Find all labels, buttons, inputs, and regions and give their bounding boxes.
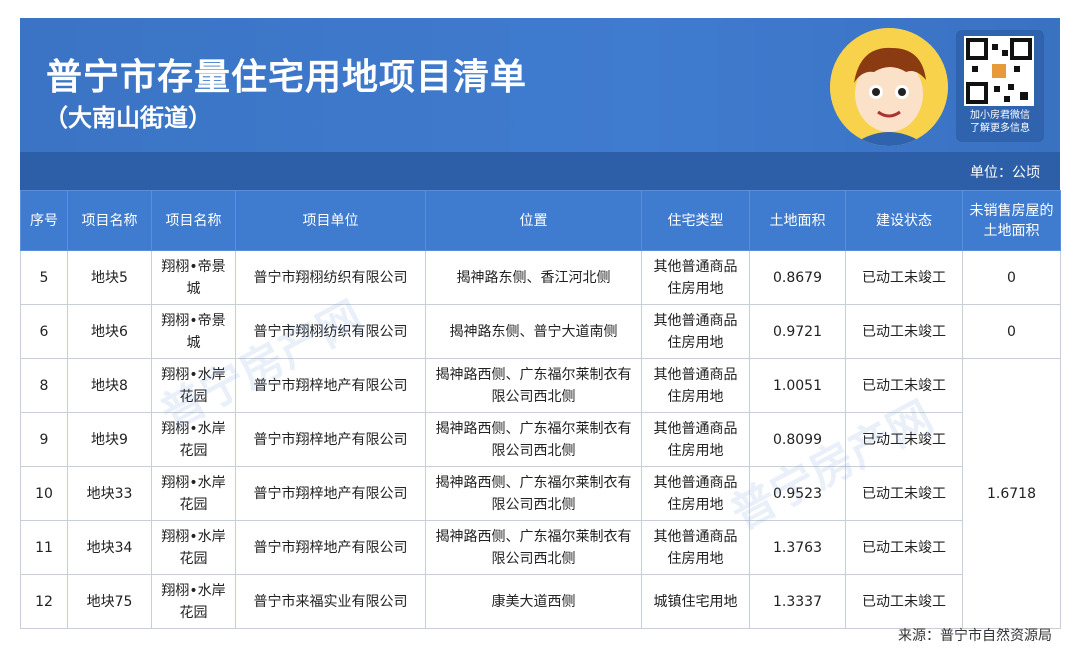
cell-no: 6 [20, 304, 68, 359]
table-row: 8 地块8 翔栩•水岸花园 普宁市翔梓地产有限公司 揭神路西侧、广东福尔莱制衣有… [20, 358, 1061, 629]
cell-location: 康美大道西侧 [425, 574, 642, 629]
cell-type: 其他普通商品住房用地 [641, 466, 750, 521]
cell-location: 揭神路西侧、广东福尔莱制衣有限公司西北侧 [425, 520, 642, 575]
cell-location: 揭神路西侧、广东福尔莱制衣有限公司西北侧 [425, 358, 642, 413]
cell-company: 普宁市翔梓地产有限公司 [235, 358, 426, 413]
cell-location: 揭神路西侧、广东福尔莱制衣有限公司西北侧 [425, 412, 642, 467]
cell-no: 11 [20, 520, 68, 575]
cell-area: 1.3337 [749, 574, 846, 629]
header-cell: 住宅类型 [641, 190, 750, 251]
table-header-row: 序号 项目名称 项目名称 项目单位 位置 住宅类型 土地面积 建设状态 未销售房… [20, 190, 1061, 251]
page-title: 普宁市存量住宅用地项目清单 [46, 57, 528, 98]
page-subtitle: （大南山街道） [44, 104, 212, 132]
cell-area: 0.9523 [749, 466, 846, 521]
cell-plot: 地块9 [67, 412, 152, 467]
mascot-avatar-icon [830, 28, 948, 146]
cell-type: 其他普通商品住房用地 [641, 304, 750, 359]
cell-name: 翔栩•帝景城 [151, 250, 236, 305]
cell-plot: 地块75 [67, 574, 152, 629]
table-row: 9 地块9 翔栩•水岸花园 普宁市翔梓地产有限公司 揭神路西侧、广东福尔莱制衣有… [20, 412, 1061, 467]
header-banner: 普宁市存量住宅用地项目清单 （大南山街道） 加小房君微信 了解更多信息 [20, 18, 1060, 152]
header-cell: 项目名称 [151, 190, 236, 251]
header-cell: 项目单位 [235, 190, 426, 251]
table-row: 6 地块6 翔栩•帝景城 普宁市翔栩纺织有限公司 揭神路东侧、普宁大道南侧 其他… [20, 304, 1061, 359]
unit-label: 单位：公顷 [970, 165, 1040, 181]
cell-location: 揭神路东侧、香江河北侧 [425, 250, 642, 305]
cell-status: 已动工未竣工 [845, 358, 963, 413]
cell-company: 普宁市翔梓地产有限公司 [235, 520, 426, 575]
cell-unsold-merged: 1.6718 [962, 358, 1061, 629]
cell-type: 城镇住宅用地 [641, 574, 750, 629]
cell-plot: 地块5 [67, 250, 152, 305]
cell-name: 翔栩•水岸花园 [151, 466, 236, 521]
cell-plot: 地块6 [67, 304, 152, 359]
cell-area: 0.8679 [749, 250, 846, 305]
cell-company: 普宁市来福实业有限公司 [235, 574, 426, 629]
qr-caption-line1: 加小房君微信 [970, 110, 1030, 121]
cell-status: 已动工未竣工 [845, 250, 963, 305]
cell-no: 9 [20, 412, 68, 467]
cell-company: 普宁市翔梓地产有限公司 [235, 466, 426, 521]
cell-company: 普宁市翔栩纺织有限公司 [235, 304, 426, 359]
cell-status: 已动工未竣工 [845, 466, 963, 521]
header-cell: 建设状态 [845, 190, 963, 251]
cell-status: 已动工未竣工 [845, 412, 963, 467]
cell-status: 已动工未竣工 [845, 520, 963, 575]
cell-unsold: 0 [962, 304, 1061, 359]
header-cell: 序号 [20, 190, 68, 251]
cell-status: 已动工未竣工 [845, 304, 963, 359]
cell-plot: 地块34 [67, 520, 152, 575]
cell-type: 其他普通商品住房用地 [641, 412, 750, 467]
table-row: 5 地块5 翔栩•帝景城 普宁市翔栩纺织有限公司 揭神路东侧、香江河北侧 其他普… [20, 250, 1061, 305]
cell-status: 已动工未竣工 [845, 574, 963, 629]
cell-location: 揭神路西侧、广东福尔莱制衣有限公司西北侧 [425, 466, 642, 521]
qr-code-panel: 加小房君微信 了解更多信息 [956, 30, 1044, 142]
table-row: 10 地块33 翔栩•水岸花园 普宁市翔梓地产有限公司 揭神路西侧、广东福尔莱制… [20, 466, 1061, 521]
cell-no: 5 [20, 250, 68, 305]
unit-bar: 单位：公顷 [20, 152, 1060, 190]
cell-area: 1.0051 [749, 358, 846, 413]
cell-name: 翔栩•水岸花园 [151, 412, 236, 467]
cell-no: 8 [20, 358, 68, 413]
land-project-table: 序号 项目名称 项目名称 项目单位 位置 住宅类型 土地面积 建设状态 未销售房… [20, 190, 1061, 629]
cell-company: 普宁市翔梓地产有限公司 [235, 412, 426, 467]
cell-location: 揭神路东侧、普宁大道南侧 [425, 304, 642, 359]
cell-name: 翔栩•帝景城 [151, 304, 236, 359]
source-note: 来源：普宁市自然资源局 [898, 628, 1052, 644]
cell-unsold: 0 [962, 250, 1061, 305]
cell-no: 10 [20, 466, 68, 521]
cell-name: 翔栩•水岸花园 [151, 358, 236, 413]
cell-name: 翔栩•水岸花园 [151, 520, 236, 575]
cell-name: 翔栩•水岸花园 [151, 574, 236, 629]
header-cell: 位置 [425, 190, 642, 251]
header-cell: 项目名称 [67, 190, 152, 251]
cell-type: 其他普通商品住房用地 [641, 250, 750, 305]
table-row: 12 地块75 翔栩•水岸花园 普宁市来福实业有限公司 康美大道西侧 城镇住宅用… [20, 574, 1061, 629]
header-cell: 未销售房屋的土地面积 [962, 190, 1061, 251]
table-row: 11 地块34 翔栩•水岸花园 普宁市翔梓地产有限公司 揭神路西侧、广东福尔莱制… [20, 520, 1061, 575]
cell-plot: 地块33 [67, 466, 152, 521]
header-cell: 土地面积 [749, 190, 846, 251]
cell-no: 12 [20, 574, 68, 629]
cell-type: 其他普通商品住房用地 [641, 358, 750, 413]
cell-area: 1.3763 [749, 520, 846, 575]
qr-caption-line2: 了解更多信息 [970, 123, 1030, 134]
qr-code-icon [964, 36, 1034, 106]
cell-area: 0.8099 [749, 412, 846, 467]
cell-area: 0.9721 [749, 304, 846, 359]
cell-plot: 地块8 [67, 358, 152, 413]
cell-type: 其他普通商品住房用地 [641, 520, 750, 575]
cell-company: 普宁市翔栩纺织有限公司 [235, 250, 426, 305]
